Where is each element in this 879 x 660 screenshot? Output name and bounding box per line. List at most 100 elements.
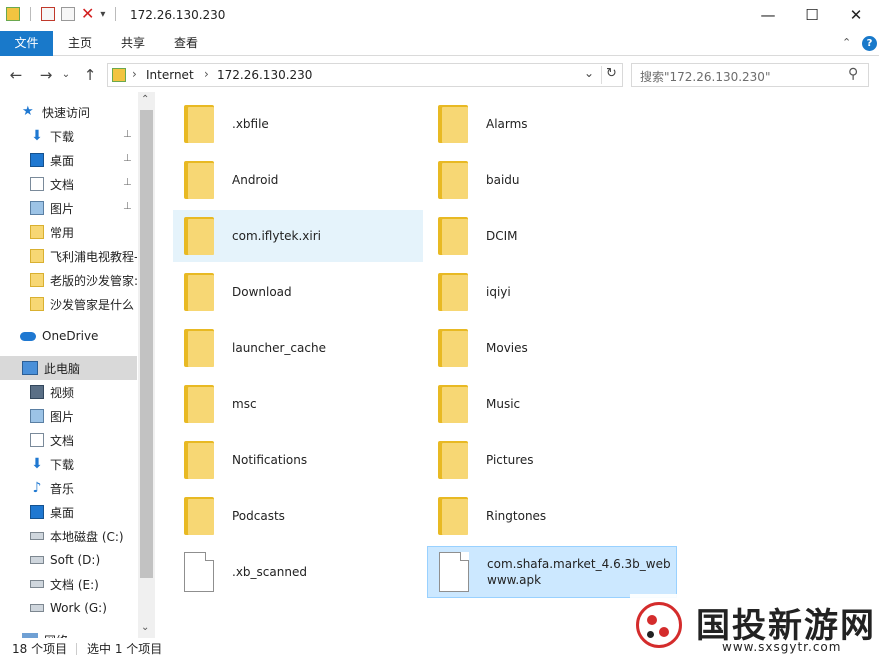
pin-icon[interactable]: ⊥: [123, 153, 132, 164]
properties-icon[interactable]: [41, 7, 55, 21]
folder-item[interactable]: DCIM: [427, 210, 677, 262]
sidebar-pc-item[interactable]: 本地磁盘 (C:): [30, 524, 137, 548]
help-icon[interactable]: ?: [862, 36, 877, 51]
pin-icon[interactable]: ⊥: [123, 201, 132, 212]
folder-icon: [438, 385, 468, 423]
tab-share[interactable]: 共享: [121, 31, 145, 56]
scroll-down-icon[interactable]: ⌄: [141, 622, 149, 633]
search-input[interactable]: 搜索"172.26.130.230": [640, 68, 770, 85]
folder-icon: [184, 497, 214, 535]
tab-file[interactable]: 文件: [0, 31, 53, 56]
sidebar-item-label: 文档 (E:): [50, 577, 99, 592]
folder-item[interactable]: com.iflytek.xiri: [173, 210, 423, 262]
breadcrumb-host[interactable]: 172.26.130.230: [217, 68, 312, 82]
folder-item[interactable]: Ringtones: [427, 490, 677, 542]
folder-item[interactable]: Alarms: [427, 98, 677, 150]
folder-icon: [438, 441, 468, 479]
folder-item[interactable]: .xbfile: [173, 98, 423, 150]
sidebar-pc-item[interactable]: 视频: [30, 380, 137, 404]
pin-icon[interactable]: ⊥: [123, 129, 132, 140]
breadcrumb-internet[interactable]: Internet: [146, 68, 194, 82]
scrollbar-thumb[interactable]: [140, 110, 153, 578]
search-box[interactable]: 搜索"172.26.130.230" ⚲: [631, 63, 869, 87]
sidebar-pc-item[interactable]: ♪ 音乐: [30, 476, 137, 500]
sidebar-quick-item[interactable]: 沙发管家是什么: [30, 292, 137, 316]
folder-item[interactable]: Music: [427, 378, 677, 430]
new-folder-icon[interactable]: [61, 7, 75, 21]
sidebar-quick-item[interactable]: 飞利浦电视教程-: [30, 244, 137, 268]
address-dropdown-icon[interactable]: ⌄: [584, 66, 594, 80]
sidebar-quick-item[interactable]: 常用: [30, 220, 137, 244]
tab-view[interactable]: 查看: [174, 31, 198, 56]
up-button[interactable]: ↑: [80, 65, 100, 85]
sidebar-pc-item[interactable]: 桌面: [30, 500, 137, 524]
file-name: Download: [232, 285, 292, 299]
file-name: Movies: [486, 341, 528, 355]
folder-item[interactable]: iqiyi: [427, 266, 677, 318]
folder-item[interactable]: msc: [173, 378, 423, 430]
folder-item[interactable]: Podcasts: [173, 490, 423, 542]
breadcrumb-separator-icon[interactable]: ›: [204, 67, 209, 81]
sidebar-quick-item[interactable]: ⬇ 下载: [30, 124, 137, 148]
sidebar-onedrive[interactable]: OneDrive: [20, 324, 155, 348]
folder-icon: [184, 441, 214, 479]
back-button[interactable]: ←: [6, 65, 26, 85]
folder-item[interactable]: baidu: [427, 154, 677, 206]
tab-home[interactable]: 主页: [68, 31, 92, 56]
folder-icon: [184, 161, 214, 199]
sidebar-pc-item[interactable]: 文档: [30, 428, 137, 452]
search-icon[interactable]: ⚲: [848, 66, 858, 82]
close-button[interactable]: ✕: [833, 0, 879, 31]
sidebar-this-pc[interactable]: 此电脑: [0, 356, 137, 380]
file-name: launcher_cache: [232, 341, 326, 355]
selected-count: 选中 1 个项目: [87, 642, 163, 656]
scroll-up-icon[interactable]: ⌃: [141, 94, 149, 105]
folder-item[interactable]: launcher_cache: [173, 322, 423, 374]
sidebar-pc-item[interactable]: Work (G:): [30, 596, 137, 620]
folder-item[interactable]: Movies: [427, 322, 677, 374]
address-bar[interactable]: › Internet › 172.26.130.230 ⌄ ↻: [107, 63, 623, 87]
sidebar-quick-access[interactable]: ★ 快速访问: [22, 100, 155, 124]
drive-icon: [30, 580, 44, 588]
network-location-icon: [112, 68, 126, 82]
customize-dropdown-icon[interactable]: ▾: [100, 9, 105, 20]
delete-icon[interactable]: ✕: [81, 6, 94, 22]
file-name: com.iflytek.xiri: [232, 229, 321, 243]
folder-item[interactable]: Pictures: [427, 434, 677, 486]
file-icon: [439, 552, 469, 592]
folder-item[interactable]: Download: [173, 266, 423, 318]
pin-icon[interactable]: ⊥: [123, 177, 132, 188]
sidebar-network[interactable]: 网络: [22, 628, 155, 638]
folder-item[interactable]: Android: [173, 154, 423, 206]
sidebar-pc-item[interactable]: 图片: [30, 404, 137, 428]
toolbar-separator-2: [115, 7, 117, 21]
file-item[interactable]: com.shafa.market_4.6.3b_webwww.apk: [427, 546, 677, 598]
file-name: .xb_scanned: [232, 565, 307, 579]
forward-button[interactable]: →: [36, 65, 56, 85]
minimize-button[interactable]: —: [745, 0, 791, 31]
sidebar-quick-item[interactable]: 图片: [30, 196, 137, 220]
expand-ribbon-icon[interactable]: ⌃: [842, 36, 851, 49]
status-separator: [76, 643, 77, 655]
star-icon: ★: [22, 104, 34, 119]
sidebar-pc-item[interactable]: 文档 (E:): [30, 572, 137, 596]
refresh-button[interactable]: ↻: [601, 66, 621, 84]
documents-icon: [30, 433, 44, 447]
sidebar-quick-item[interactable]: 桌面: [30, 148, 137, 172]
explorer-icon: [6, 7, 20, 21]
sidebar-quick-item[interactable]: 老版的沙发管家:: [30, 268, 137, 292]
maximize-button[interactable]: ☐: [789, 0, 835, 31]
sidebar-pc-item[interactable]: ⬇ 下载: [30, 452, 137, 476]
sidebar-pc-item[interactable]: Soft (D:): [30, 548, 137, 572]
file-item[interactable]: .xb_scanned: [173, 546, 423, 598]
sidebar-item-label: 快速访问: [42, 105, 91, 120]
sidebar-quick-item[interactable]: 文档: [30, 172, 137, 196]
address-chevron-icon[interactable]: ›: [132, 67, 137, 81]
folder-item[interactable]: Notifications: [173, 434, 423, 486]
sidebar-item-label: Work (G:): [50, 601, 107, 615]
folder-icon: [438, 329, 468, 367]
folder-icon: [438, 217, 468, 255]
sidebar-scrollbar[interactable]: ⌃ ⌄: [138, 92, 155, 638]
file-name: .xbfile: [232, 117, 269, 131]
recent-locations-button[interactable]: ⌄: [60, 65, 72, 85]
